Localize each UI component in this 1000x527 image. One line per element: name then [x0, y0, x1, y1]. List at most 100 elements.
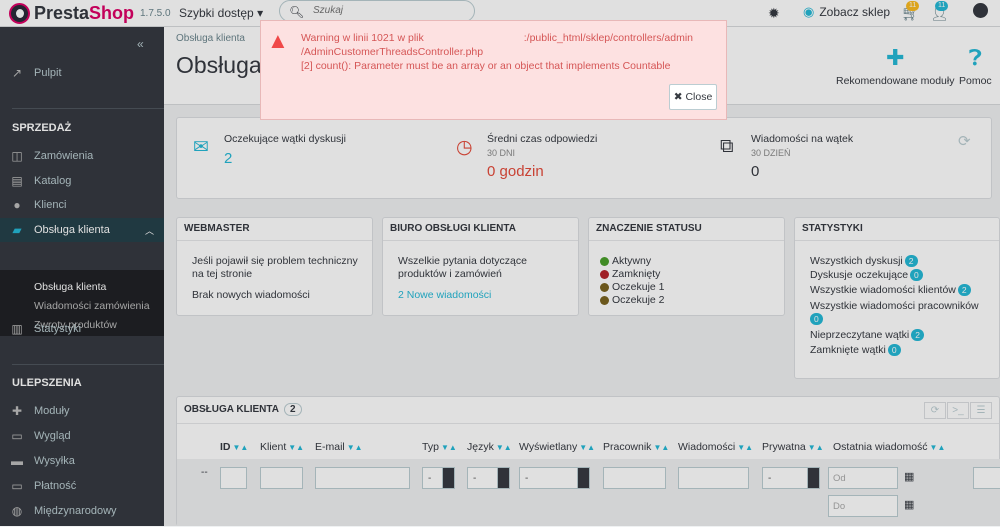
column-header-viewed[interactable]: Wyświetlany ▼▲ — [519, 441, 595, 453]
kpi-label: Oczekujące wątki dyskusji — [224, 133, 346, 145]
version-label: 1.7.5.0 — [140, 8, 171, 19]
sidebar-section-sell: SPRZEDAŻ — [12, 122, 72, 134]
count-badge: 0 — [910, 269, 923, 281]
sidebar-divider — [12, 108, 164, 109]
sidebar-item-catalog[interactable]: ▤ Katalog — [0, 169, 164, 193]
filter-row: -- - - - - Od ▦ Do ▦ — [177, 459, 1000, 527]
count-badge: 2 — [904, 255, 918, 267]
filter-bulk-placeholder: -- — [201, 467, 208, 478]
filter-customer-input[interactable] — [260, 467, 303, 489]
sidebar-item-payment[interactable]: ▭ Płatność — [0, 474, 164, 498]
statistics-panel: STATYSTYKI Wszystkich dyskusji 2 Dyskusje… — [794, 217, 1000, 379]
column-header-id[interactable]: ID ▼▲ — [220, 441, 248, 453]
sidebar-item-customer-service[interactable]: ▰ Obsługa klienta ︿ — [0, 218, 164, 242]
sql-query-button[interactable]: >_ — [947, 402, 969, 419]
panel-heading: WEBMASTER — [177, 218, 372, 241]
sidebar-item-international[interactable]: ◍ Międzynarodowy — [0, 499, 164, 523]
sort-arrows-icon: ▼▲ — [807, 443, 824, 452]
refresh-icon[interactable]: ⟳ — [958, 132, 971, 150]
sidebar-item-shipping[interactable]: ▬ Wysyłka — [0, 449, 164, 473]
new-messages-link[interactable]: 2 Nowe wiadomości — [398, 289, 491, 302]
orders-notification-badge: 11 — [906, 1, 920, 11]
bar-chart-icon: ▥ — [11, 322, 23, 336]
export-button[interactable]: ☰ — [970, 402, 992, 419]
envelope-icon: ✉ — [193, 137, 209, 158]
puzzle-icon: ✚ — [886, 45, 905, 70]
collapse-sidebar-icon[interactable]: « — [137, 37, 144, 51]
sidebar-item-design[interactable]: ▭ Wygląd — [0, 424, 164, 448]
status-dot-icon — [600, 256, 609, 266]
column-header-type[interactable]: Typ ▼▲ — [422, 441, 457, 453]
sidebar-item-modules[interactable]: ✚ Moduły — [0, 399, 164, 423]
panel-heading: ZNACZENIE STATUSU — [589, 218, 784, 241]
filter-date-to-input[interactable]: Do — [828, 495, 898, 517]
calendar-icon[interactable]: ▦ — [904, 470, 914, 483]
column-header-messages[interactable]: Wiadomości ▼▲ — [678, 441, 753, 453]
column-header-language[interactable]: Język ▼▲ — [467, 441, 512, 453]
debug-mode-icon[interactable]: ✹ — [768, 5, 780, 22]
sidebar-item-label: Międzynarodowy — [34, 505, 117, 517]
sidebar-item-label: Klienci — [34, 199, 67, 211]
truck-icon: ▬ — [11, 454, 23, 468]
refresh-list-button[interactable]: ⟳ — [924, 402, 946, 419]
sidebar-item-label: Wygląd — [34, 430, 71, 442]
search-input[interactable] — [313, 5, 463, 16]
column-header-last-message[interactable]: Ostatnia wiadomość ▼▲ — [833, 441, 945, 453]
search-icon[interactable]: 🔍︎ — [289, 5, 304, 19]
caret-down-icon — [577, 468, 589, 488]
logo-icon — [9, 3, 30, 24]
column-header-customer[interactable]: Klient ▼▲ — [260, 441, 304, 453]
filter-private-select[interactable]: - — [762, 467, 820, 489]
globe-icon: ◍ — [11, 504, 23, 518]
sidebar-item-label: Pulpit — [34, 67, 62, 79]
filter-messages-input[interactable] — [678, 467, 749, 489]
filter-date-from-input[interactable]: Od — [828, 467, 898, 489]
desktop-icon: ▭ — [11, 429, 23, 443]
recommended-modules-button[interactable]: ✚ Rekomendowane moduły — [836, 45, 954, 87]
filter-email-input[interactable] — [315, 467, 410, 489]
webmaster-status: Brak nowych wiadomości — [192, 289, 310, 301]
view-shop-label: Zobacz sklep — [819, 5, 891, 19]
prestashop-logo[interactable]: PrestaShop — [9, 3, 134, 24]
sidebar-item-dashboard[interactable]: ↗ Pulpit — [0, 61, 164, 85]
filter-employee-input[interactable] — [603, 467, 666, 489]
table-heading: OBSŁUGA KLIENTA 2 — [177, 397, 999, 424]
basket-icon: ◫ — [11, 149, 23, 163]
filter-viewed-select[interactable]: - — [519, 467, 590, 489]
column-header-private[interactable]: Prywatna ▼▲ — [762, 441, 824, 453]
employee-avatar[interactable] — [973, 3, 988, 18]
view-shop-link[interactable]: ◉ Zobacz sklep — [803, 4, 890, 20]
sidebar-subitem-customer-service[interactable]: Obsługa klienta — [34, 281, 106, 293]
close-button[interactable]: ✖ Close — [669, 84, 717, 110]
panel-heading: STATYSTYKI — [795, 218, 999, 241]
column-header-employee[interactable]: Pracownik ▼▲ — [603, 441, 669, 453]
sidebar-item-orders[interactable]: ◫ Zamówienia — [0, 144, 164, 168]
stat-row: Dyskusje oczekujące 0 — [810, 269, 923, 281]
filter-language-select[interactable]: - — [467, 467, 510, 489]
kpi-value: 0 — [751, 163, 760, 180]
php-warning-alert: ▲ Warning w linii 1021 w plik:/public_ht… — [260, 20, 727, 120]
filter-id-input[interactable] — [220, 467, 247, 489]
help-button[interactable]: ❓︎ Pomoc — [959, 45, 992, 87]
sidebar-item-customers[interactable]: ● Klienci — [0, 193, 164, 217]
kpi-value: 2 — [224, 150, 233, 167]
search-filter-button[interactable] — [973, 467, 1000, 489]
sidebar: « ↗ Pulpit SPRZEDAŻ ◫ Zamówienia ▤ Katalog … — [0, 27, 164, 526]
filter-type-select[interactable]: - — [422, 467, 455, 489]
column-header-email[interactable]: E-mail ▼▲ — [315, 441, 363, 453]
breadcrumb[interactable]: Obsługa klienta — [176, 33, 245, 44]
panel-heading: BIURO OBSŁUGI KLIENTA — [383, 218, 578, 241]
trend-icon: ↗ — [11, 66, 23, 80]
quick-access-dropdown[interactable]: Szybki dostęp ▾ — [179, 6, 263, 20]
caret-down-icon — [497, 468, 509, 488]
sidebar-item-stats[interactable]: ▥ Statystyki — [0, 317, 164, 341]
sidebar-subitem-order-messages[interactable]: Wiadomości zamówienia — [34, 300, 150, 312]
status-dot-icon — [600, 295, 609, 305]
calendar-icon[interactable]: ▦ — [904, 498, 914, 511]
copy-icon: ⧉ — [720, 136, 734, 157]
stat-row: Wszystkich dyskusji 2 — [810, 255, 918, 267]
sidebar-item-label: Statystyki — [34, 323, 82, 335]
warning-message: Warning w linii 1021 w plik:/public_html… — [301, 32, 693, 72]
count-badge: 0 — [887, 344, 901, 356]
sidebar-item-label: Płatność — [34, 480, 77, 492]
